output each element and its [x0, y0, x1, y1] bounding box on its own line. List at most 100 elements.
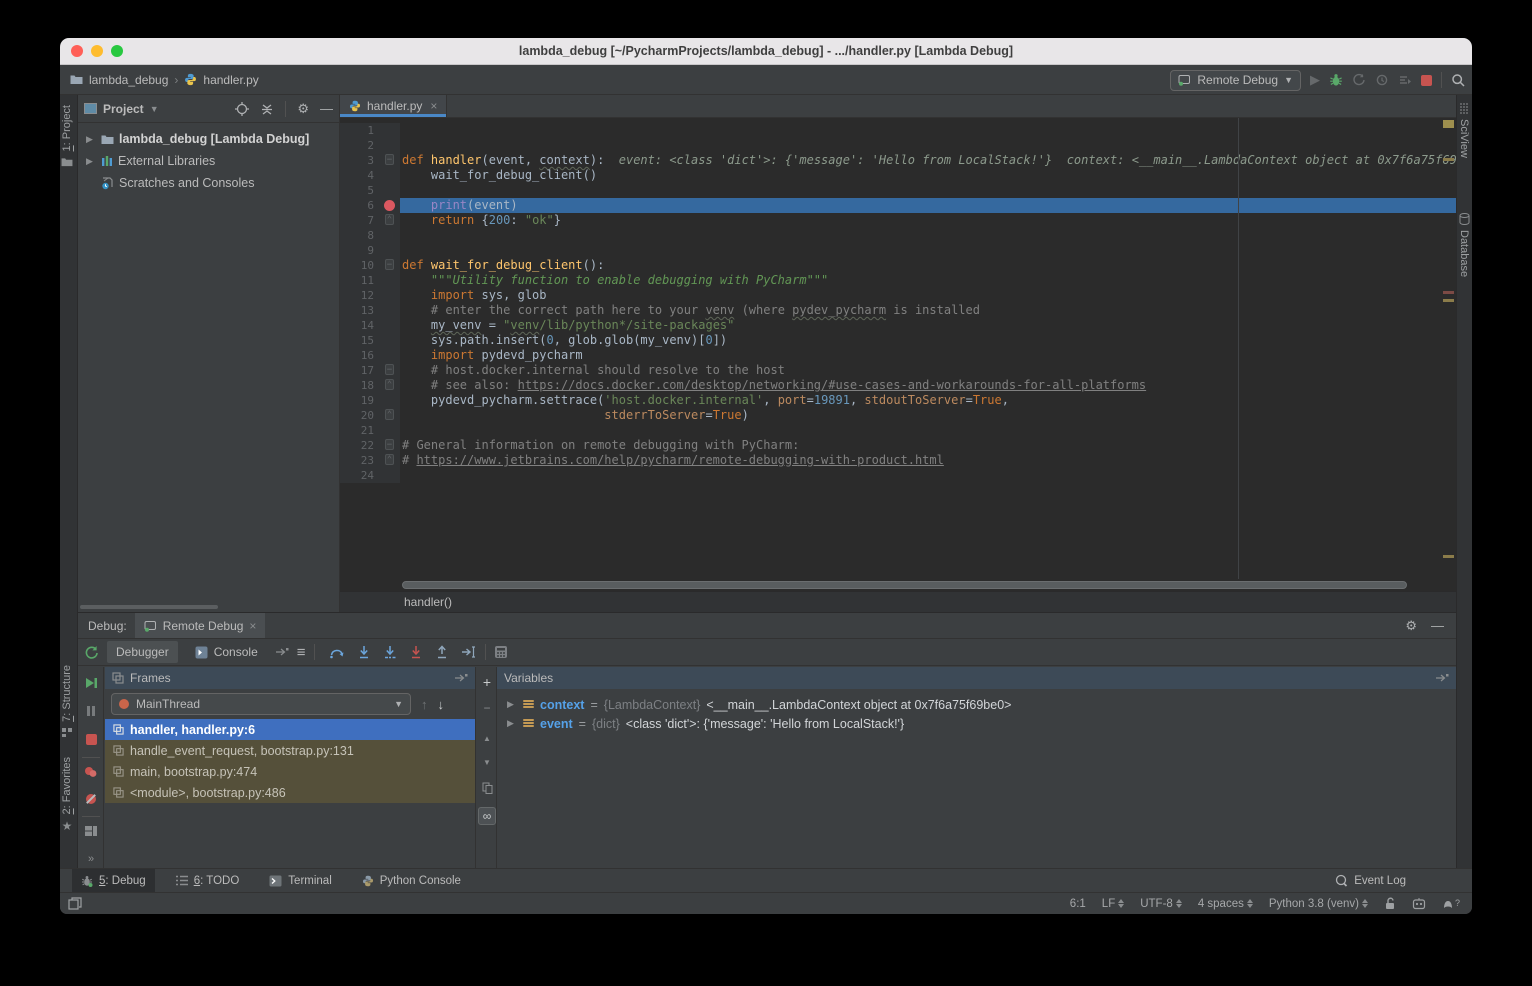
coverage-button[interactable]	[1375, 73, 1389, 87]
editor-gutter[interactable]: 15	[340, 333, 400, 348]
tool-stripe-sciview[interactable]: SciView	[1458, 103, 1470, 158]
indent-selector[interactable]: 4 spaces	[1198, 898, 1253, 910]
add-watch-button[interactable]: +	[478, 673, 496, 691]
tree-item-project-root[interactable]: ▶ lambda_debug [Lambda Debug]	[78, 128, 339, 150]
expand-arrow-icon[interactable]: ▶	[86, 156, 96, 167]
stop-button[interactable]	[1421, 75, 1432, 86]
editor-gutter[interactable]: 10−	[340, 258, 400, 273]
fold-icon[interactable]: −	[385, 259, 394, 270]
code-line[interactable]: 1	[340, 123, 1456, 138]
editor-gutter[interactable]: 23⌃	[340, 453, 400, 468]
hide-panel-icon[interactable]: —	[320, 101, 333, 116]
view-breakpoints-button[interactable]	[83, 764, 99, 780]
tool-stripe-project[interactable]: 1: Project	[61, 105, 73, 167]
line-number[interactable]: 21	[361, 423, 374, 438]
rerun-icon[interactable]	[84, 645, 99, 660]
restore-layout-button[interactable]	[83, 823, 99, 839]
line-number[interactable]: 11	[361, 273, 374, 288]
line-number[interactable]: 10	[361, 258, 374, 273]
line-number[interactable]: 22	[361, 438, 374, 453]
toolwindow-terminal-button[interactable]: Terminal	[260, 869, 340, 893]
stop-button[interactable]	[83, 731, 99, 747]
breadcrumb-file[interactable]: handler.py	[203, 73, 258, 87]
code-line[interactable]: 21	[340, 423, 1456, 438]
show-watches-toggle[interactable]: ∞	[478, 807, 496, 825]
interpreter-selector[interactable]: Python 3.8 (venv)	[1269, 898, 1368, 910]
editor-hscrollbar[interactable]	[340, 579, 1456, 591]
code-line[interactable]: 8	[340, 228, 1456, 243]
code-line[interactable]: 13 # enter the correct path here to your…	[340, 303, 1456, 318]
line-number[interactable]: 3	[367, 153, 374, 168]
line-number[interactable]: 12	[361, 288, 374, 303]
debug-session-tab[interactable]: Remote Debug ×	[135, 613, 266, 638]
editor-gutter[interactable]: 12	[340, 288, 400, 303]
line-number[interactable]: 13	[361, 303, 374, 318]
thread-selector[interactable]: MainThread ▼	[111, 693, 411, 715]
code-line[interactable]: 23⌃# https://www.jetbrains.com/help/pych…	[340, 453, 1456, 468]
evaluate-expression-icon[interactable]	[494, 645, 508, 659]
previous-frame-button[interactable]: ↑	[421, 697, 428, 712]
fold-icon[interactable]: −	[385, 154, 394, 165]
stripe-mark[interactable]	[1443, 158, 1454, 161]
fold-icon[interactable]: ⌃	[385, 409, 394, 420]
line-number[interactable]: 14	[361, 318, 374, 333]
editor-gutter[interactable]: 21	[340, 423, 400, 438]
debug-button[interactable]	[1329, 73, 1343, 87]
tool-stripe-database[interactable]: Database	[1458, 213, 1470, 277]
more-actions-button[interactable]: »	[83, 851, 99, 867]
run-to-cursor-icon[interactable]	[461, 645, 477, 659]
fold-icon[interactable]: −	[385, 439, 394, 450]
editor-breadcrumb[interactable]: handler()	[340, 591, 1456, 612]
locate-file-icon[interactable]	[235, 102, 249, 116]
line-number[interactable]: 2	[367, 138, 374, 153]
line-number[interactable]: 5	[367, 183, 374, 198]
remove-watch-button[interactable]: −	[478, 699, 496, 717]
code-line[interactable]: 7⌃ return {200: "ok"}	[340, 213, 1456, 228]
editor-gutter[interactable]: 17−	[340, 363, 400, 378]
close-window-button[interactable]	[71, 45, 83, 57]
collapse-all-icon[interactable]	[260, 102, 274, 116]
editor-gutter[interactable]: 24	[340, 468, 400, 483]
editor-gutter[interactable]: 9	[340, 243, 400, 258]
mute-breakpoints-button[interactable]	[83, 791, 99, 807]
next-frame-button[interactable]: ↓	[438, 697, 445, 712]
tab-debugger[interactable]: Debugger	[107, 641, 178, 663]
code-line[interactable]: 24	[340, 468, 1456, 483]
move-up-button[interactable]: ▲	[478, 729, 496, 747]
editor-gutter[interactable]: 19	[340, 393, 400, 408]
code-line[interactable]: 5	[340, 183, 1456, 198]
editor-gutter[interactable]: 13	[340, 303, 400, 318]
tab-console[interactable]: Console	[186, 641, 267, 663]
force-step-into-icon[interactable]	[383, 645, 397, 659]
encoding-selector[interactable]: UTF-8	[1140, 898, 1182, 910]
fold-icon[interactable]: ⌃	[385, 214, 394, 225]
toolwindow-python-console-button[interactable]: Python Console	[353, 869, 470, 893]
code-line[interactable]: 22−# General information on remote debug…	[340, 438, 1456, 453]
run-with-settings-button[interactable]	[1398, 73, 1412, 87]
resume-button[interactable]	[83, 675, 99, 691]
step-out-icon[interactable]	[435, 645, 449, 659]
code-line[interactable]: 15 sys.path.insert(0, glob.glob(my_venv)…	[340, 333, 1456, 348]
line-number[interactable]: 23	[361, 453, 374, 468]
expand-arrow-icon[interactable]: ▶	[507, 718, 517, 729]
editor-gutter[interactable]: 22−	[340, 438, 400, 453]
step-over-icon[interactable]	[329, 645, 345, 659]
hide-panel-icon[interactable]: —	[1431, 618, 1444, 634]
line-ending-selector[interactable]: LF	[1102, 898, 1124, 910]
code-line[interactable]: 6 print(event)	[340, 198, 1456, 213]
move-down-button[interactable]: ▼	[478, 753, 496, 771]
code-line[interactable]: 2	[340, 138, 1456, 153]
variable-row[interactable]: ▶ context = {LambdaContext} <__main__.La…	[497, 695, 1456, 714]
expand-arrow-icon[interactable]: ▶	[86, 134, 96, 145]
line-number[interactable]: 16	[361, 348, 374, 363]
profiler-button[interactable]	[1352, 73, 1366, 87]
editor-gutter[interactable]: 5	[340, 183, 400, 198]
code-line[interactable]: 20⌃ stderrToServer=True)	[340, 408, 1456, 423]
editor-gutter[interactable]: 11	[340, 273, 400, 288]
run-config-selector[interactable]: Remote Debug ▼	[1170, 70, 1301, 91]
zoom-window-button[interactable]	[111, 45, 123, 57]
fold-icon[interactable]: −	[385, 364, 394, 375]
line-number[interactable]: 1	[367, 123, 374, 138]
stack-frame[interactable]: <module>, bootstrap.py:486	[105, 782, 475, 803]
editor-gutter[interactable]: 20⌃	[340, 408, 400, 423]
